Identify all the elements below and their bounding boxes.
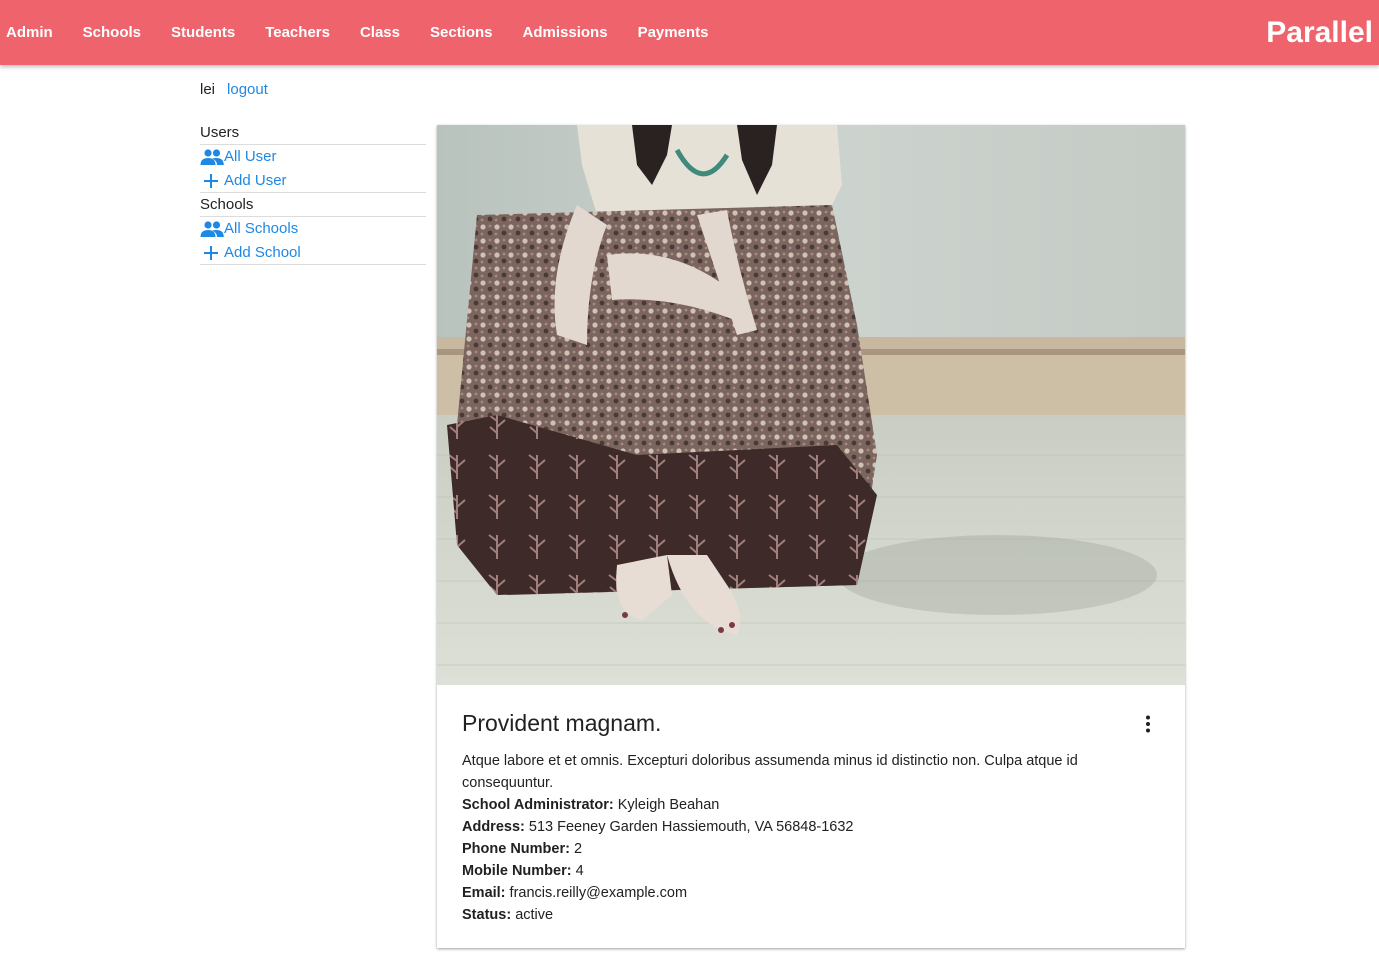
user-row: lei logout	[200, 81, 268, 98]
info-school-administrator: School Administrator: Kyleigh Beahan	[462, 794, 1162, 816]
plus-icon	[200, 169, 224, 193]
school-card-image	[437, 125, 1185, 685]
info-label: Phone Number:	[462, 841, 570, 857]
sidebar-item-all-schools[interactable]: All Schools	[200, 217, 426, 241]
nav-schools[interactable]: Schools	[68, 0, 156, 65]
nav-links: Admin Schools Students Teachers Class Se…	[0, 0, 723, 65]
more-vert-icon[interactable]	[1136, 712, 1160, 736]
info-value: active	[515, 907, 554, 923]
sidebar-item-label: All User	[224, 148, 277, 165]
sidebar-item-label: Add School	[224, 243, 301, 261]
top-navbar: Admin Schools Students Teachers Class Se…	[0, 0, 1379, 65]
info-value: 4	[575, 863, 584, 879]
card-description: Atque labore et et omnis. Excepturi dolo…	[462, 753, 1078, 791]
user-name: lei	[200, 81, 216, 98]
info-label: Status:	[462, 907, 512, 923]
info-label: Email:	[462, 885, 506, 901]
people-icon	[200, 217, 224, 241]
nav-admin[interactable]: Admin	[0, 0, 68, 65]
sidebar-item-add-school[interactable]: Add School	[200, 241, 426, 265]
info-value: 2	[573, 841, 583, 857]
info-address: Address: 513 Feeney Garden Hassiemouth, …	[462, 816, 1162, 838]
school-card: Provident magnam. Atque labore et et omn…	[437, 125, 1185, 948]
info-phone-number: Phone Number: 2	[462, 838, 1162, 860]
nav-students[interactable]: Students	[156, 0, 250, 65]
sidebar-item-label: Add User	[224, 171, 287, 189]
info-value: Kyleigh Beahan	[617, 797, 720, 813]
sidebar-item-label: All Schools	[224, 220, 299, 237]
info-label: School Administrator:	[462, 797, 614, 813]
nav-sections[interactable]: Sections	[415, 0, 508, 65]
people-icon	[200, 145, 224, 169]
nav-admissions[interactable]: Admissions	[508, 0, 623, 65]
info-label: Mobile Number:	[462, 863, 572, 879]
plus-icon	[200, 241, 224, 265]
info-mobile-number: Mobile Number: 4	[462, 860, 1162, 882]
info-value: 513 Feeney Garden Hassiemouth, VA 56848-…	[528, 819, 854, 835]
sidebar: Users All User Add User Schools All Scho…	[200, 121, 426, 265]
info-label: Address:	[462, 819, 525, 835]
nav-payments[interactable]: Payments	[623, 0, 724, 65]
info-email: Email: francis.reilly@example.com	[462, 882, 1162, 904]
info-value: francis.reilly@example.com	[509, 885, 688, 901]
info-status: Status: active	[462, 904, 1162, 926]
sidebar-item-all-user[interactable]: All User	[200, 145, 426, 169]
sidebar-header-users: Users	[200, 121, 426, 145]
brand-logo[interactable]: Parallel	[1266, 0, 1373, 65]
sidebar-item-add-user[interactable]: Add User	[200, 169, 426, 193]
nav-class[interactable]: Class	[345, 0, 415, 65]
card-content: Provident magnam. Atque labore et et omn…	[462, 708, 1162, 926]
nav-teachers[interactable]: Teachers	[250, 0, 345, 65]
logout-link[interactable]: logout	[227, 81, 268, 98]
sidebar-header-schools: Schools	[200, 193, 426, 217]
card-title: Provident magnam.	[462, 710, 662, 736]
